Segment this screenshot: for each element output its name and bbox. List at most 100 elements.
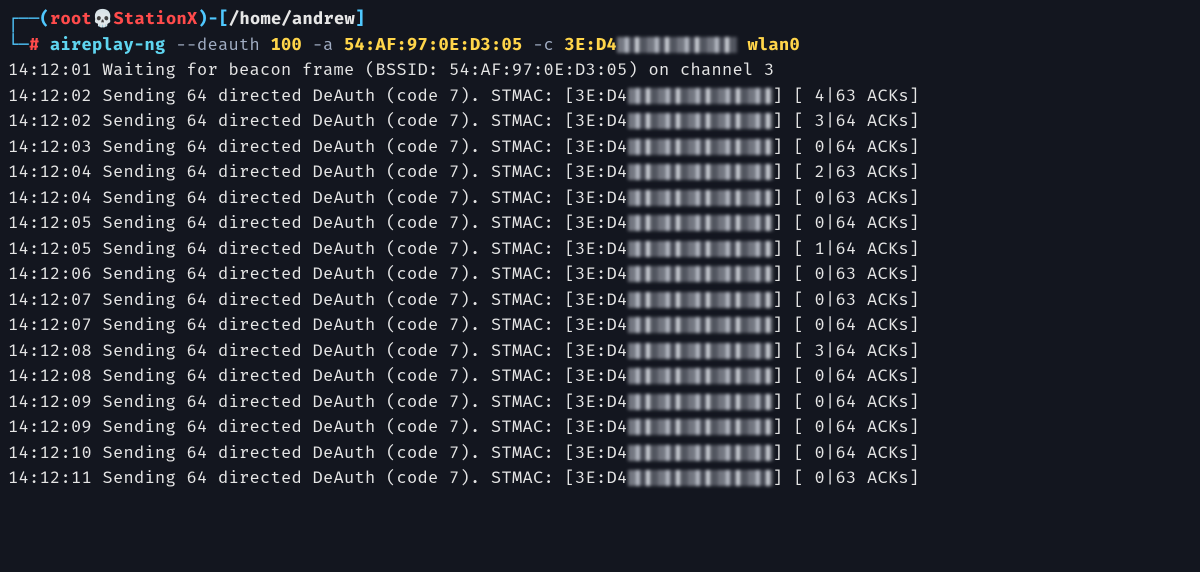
prompt-path: /home/andrew: [229, 8, 355, 29]
prompt-frame-mid: )-[: [197, 8, 229, 29]
log-waiting: 14:12:01 Waiting for beacon frame (BSSID…: [8, 57, 1192, 83]
log-prefix: Sending 64 directed DeAuth (code 7). STM…: [92, 467, 628, 488]
log-prefix: Sending 64 directed DeAuth (code 7). STM…: [92, 340, 628, 361]
cmd-count: 100: [260, 34, 302, 55]
cmd-bssid: 54:AF:97:0E:D3:05: [334, 34, 523, 55]
redacted-mac-icon: [628, 241, 773, 257]
log-prefix: Sending 64 directed DeAuth (code 7). STM…: [92, 365, 628, 386]
cmd-flag-deauth: --deauth: [166, 34, 261, 55]
prompt-host: StationX: [113, 8, 197, 29]
prompt-frame-end: ]: [355, 8, 366, 29]
cmd-iface: wlan0: [737, 34, 800, 55]
log-ts: 14:12:05: [8, 212, 92, 233]
log-prefix: Sending 64 directed DeAuth (code 7). STM…: [92, 289, 628, 310]
log-ts: 14:12:06: [8, 263, 92, 284]
redacted-mac-icon: [617, 37, 737, 53]
log-line: 14:12:08 Sending 64 directed DeAuth (cod…: [8, 338, 1192, 364]
log-output: 14:12:02 Sending 64 directed DeAuth (cod…: [8, 83, 1192, 491]
log-line: 14:12:03 Sending 64 directed DeAuth (cod…: [8, 134, 1192, 160]
log-acks: ] [ 0|64 ACKs]: [773, 391, 920, 412]
log-acks: ] [ 0|64 ACKs]: [773, 212, 920, 233]
log-prefix: Sending 64 directed DeAuth (code 7). STM…: [92, 314, 628, 335]
log-ts: 14:12:05: [8, 238, 92, 259]
log-prefix: Sending 64 directed DeAuth (code 7). STM…: [92, 416, 628, 437]
log-acks: ] [ 0|63 ACKs]: [773, 263, 920, 284]
redacted-mac-icon: [628, 88, 773, 104]
log-acks: ] [ 1|64 ACKs]: [773, 238, 920, 259]
redacted-mac-icon: [628, 266, 773, 282]
log-line: 14:12:04 Sending 64 directed DeAuth (cod…: [8, 159, 1192, 185]
log-line: 14:12:05 Sending 64 directed DeAuth (cod…: [8, 210, 1192, 236]
log-line: 14:12:11 Sending 64 directed DeAuth (cod…: [8, 465, 1192, 491]
log-ts: 14:12:07: [8, 314, 92, 335]
log-acks: ] [ 3|64 ACKs]: [773, 110, 920, 131]
log-ts: 14:12:08: [8, 365, 92, 386]
log-line: 14:12:02 Sending 64 directed DeAuth (cod…: [8, 83, 1192, 109]
log-acks: ] [ 0|64 ACKs]: [773, 365, 920, 386]
log-prefix: Sending 64 directed DeAuth (code 7). STM…: [92, 136, 628, 157]
log-ts: 14:12:11: [8, 467, 92, 488]
prompt-user: root: [50, 8, 92, 29]
log-prefix: Sending 64 directed DeAuth (code 7). STM…: [92, 187, 628, 208]
log-acks: ] [ 4|63 ACKs]: [773, 85, 920, 106]
log-ts: 14:12:04: [8, 161, 92, 182]
log-ts: 14:12:02: [8, 85, 92, 106]
log-line: 14:12:07 Sending 64 directed DeAuth (cod…: [8, 287, 1192, 313]
log-line: 14:12:09 Sending 64 directed DeAuth (cod…: [8, 389, 1192, 415]
redacted-mac-icon: [628, 470, 773, 486]
log-ts: 14:12:04: [8, 187, 92, 208]
prompt-line-1: ┌──(root💀StationX)-[/home/andrew]: [8, 6, 1192, 32]
skull-icon: 💀: [92, 8, 113, 29]
log-acks: ] [ 0|64 ACKs]: [773, 442, 920, 463]
log-line: 14:12:09 Sending 64 directed DeAuth (cod…: [8, 414, 1192, 440]
cmd-flag-c: -c: [523, 34, 555, 55]
redacted-mac-icon: [628, 139, 773, 155]
log-prefix: Sending 64 directed DeAuth (code 7). STM…: [92, 263, 628, 284]
redacted-mac-icon: [628, 343, 773, 359]
cmd-name: aireplay-ng: [50, 34, 166, 55]
log-prefix: Sending 64 directed DeAuth (code 7). STM…: [92, 442, 628, 463]
log-acks: ] [ 0|64 ACKs]: [773, 416, 920, 437]
log-line: 14:12:04 Sending 64 directed DeAuth (cod…: [8, 185, 1192, 211]
log-ts: 14:12:09: [8, 391, 92, 412]
cmd-client-prefix: 3E:D4: [554, 34, 617, 55]
redacted-mac-icon: [628, 445, 773, 461]
log-ts: 14:12:09: [8, 416, 92, 437]
redacted-mac-icon: [628, 317, 773, 333]
log-acks: ] [ 0|64 ACKs]: [773, 314, 920, 335]
log-ts: 14:12:03: [8, 136, 92, 157]
log-ts: 14:12:01: [8, 59, 92, 80]
redacted-mac-icon: [628, 394, 773, 410]
log-prefix: Sending 64 directed DeAuth (code 7). STM…: [92, 85, 628, 106]
prompt-line-2: └─# aireplay-ng --deauth 100 -a 54:AF:97…: [8, 32, 1192, 58]
log-acks: ] [ 0|64 ACKs]: [773, 136, 920, 157]
cmd-flag-a: -a: [302, 34, 334, 55]
log-acks: ] [ 0|63 ACKs]: [773, 187, 920, 208]
log-acks: ] [ 3|64 ACKs]: [773, 340, 920, 361]
log-acks: ] [ 0|63 ACKs]: [773, 467, 920, 488]
prompt-frame-bottom: └─: [8, 34, 29, 55]
log-prefix: Sending 64 directed DeAuth (code 7). STM…: [92, 391, 628, 412]
redacted-mac-icon: [628, 419, 773, 435]
log-line: 14:12:05 Sending 64 directed DeAuth (cod…: [8, 236, 1192, 262]
log-line: 14:12:08 Sending 64 directed DeAuth (cod…: [8, 363, 1192, 389]
log-acks: ] [ 2|63 ACKs]: [773, 161, 920, 182]
log-line: 14:12:06 Sending 64 directed DeAuth (cod…: [8, 261, 1192, 287]
log-msg: Waiting for beacon frame (BSSID: 54:AF:9…: [92, 59, 775, 80]
redacted-mac-icon: [628, 368, 773, 384]
log-line: 14:12:10 Sending 64 directed DeAuth (cod…: [8, 440, 1192, 466]
redacted-mac-icon: [628, 164, 773, 180]
redacted-mac-icon: [628, 215, 773, 231]
log-ts: 14:12:08: [8, 340, 92, 361]
log-ts: 14:12:02: [8, 110, 92, 131]
log-ts: 14:12:10: [8, 442, 92, 463]
prompt-hash: #: [29, 34, 40, 55]
redacted-mac-icon: [628, 190, 773, 206]
terminal-window[interactable]: { "prompt": { "line1_pre": "┌──(", "user…: [0, 0, 1200, 572]
log-line: 14:12:07 Sending 64 directed DeAuth (cod…: [8, 312, 1192, 338]
prompt-frame-top: ┌──(: [8, 8, 50, 29]
log-line: 14:12:02 Sending 64 directed DeAuth (cod…: [8, 108, 1192, 134]
log-prefix: Sending 64 directed DeAuth (code 7). STM…: [92, 212, 628, 233]
redacted-mac-icon: [628, 113, 773, 129]
log-prefix: Sending 64 directed DeAuth (code 7). STM…: [92, 238, 628, 259]
